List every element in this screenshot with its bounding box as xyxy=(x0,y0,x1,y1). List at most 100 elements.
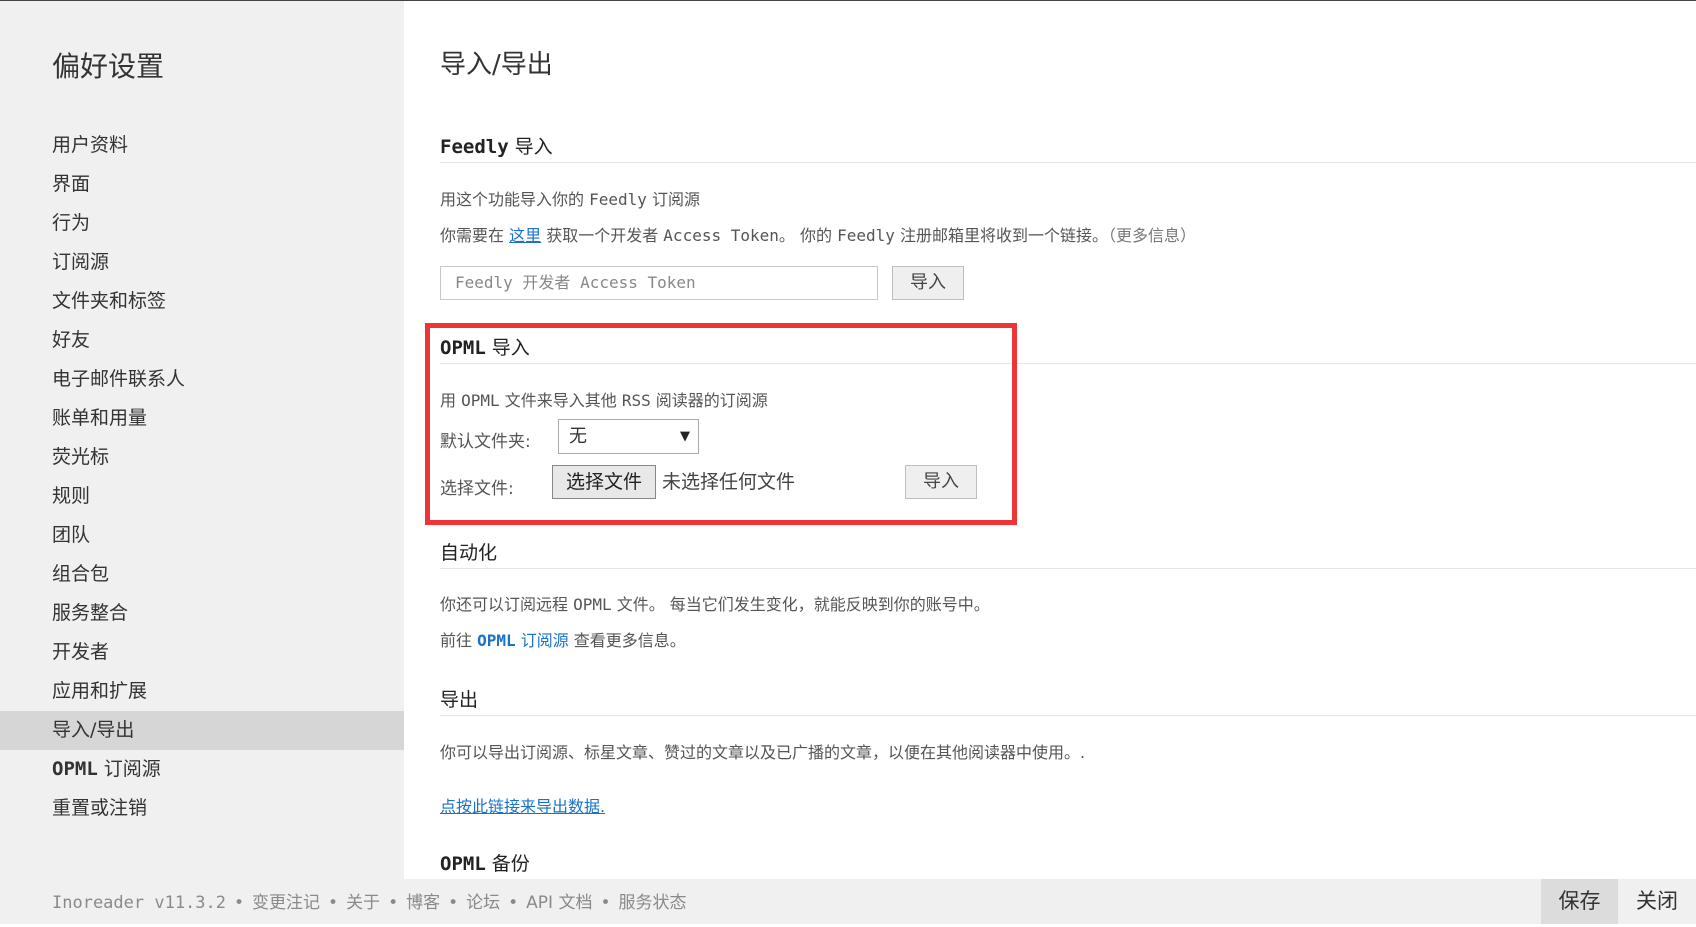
page-title: 导入/导出 xyxy=(440,50,553,80)
automation-heading: 自动化 xyxy=(440,542,498,564)
feedly-here-link[interactable]: 这里 xyxy=(509,226,541,245)
footer-changelog-link[interactable]: 变更注记 xyxy=(252,893,320,913)
text: 阅读器的订阅源 xyxy=(650,391,768,410)
export-link-row: 点按此链接来导出数据. xyxy=(440,793,605,817)
separator: • xyxy=(600,893,611,913)
text-mono: Feedly xyxy=(837,226,895,245)
text: 注册邮箱里将收到一个链接。 xyxy=(894,226,1108,245)
sidebar-item-reset-delete[interactable]: 重置或注销 xyxy=(0,789,404,828)
text-mono: OPML xyxy=(461,391,500,410)
sidebar-item-bundles[interactable]: 组合包 xyxy=(0,555,404,594)
sidebar-item-label: 应用和扩展 xyxy=(52,680,148,702)
opml-import-heading: OPML 导入 xyxy=(440,333,530,360)
sidebar-item-apps-extensions[interactable]: 应用和扩展 xyxy=(0,672,404,711)
footer-forum-link[interactable]: 论坛 xyxy=(466,893,500,913)
sidebar-item-label: 文件夹和标签 xyxy=(52,290,167,312)
choose-file-label: 选择文件: xyxy=(440,479,514,499)
sidebar-item-interface[interactable]: 界面 xyxy=(0,165,404,204)
sidebar-item-feeds[interactable]: 订阅源 xyxy=(0,243,404,282)
text: 文件来导入其他 xyxy=(499,391,622,410)
text: 你还可以订阅远程 xyxy=(440,595,574,614)
sidebar-item-integrations[interactable]: 服务整合 xyxy=(0,594,404,633)
file-status: 未选择任何文件 xyxy=(662,471,796,493)
sidebar-item-label: 导入/导出 xyxy=(52,719,135,741)
text-mono: Feedly xyxy=(589,190,647,209)
sidebar-item-rules[interactable]: 规则 xyxy=(0,477,404,516)
sidebar-item-label: 开发者 xyxy=(52,641,110,663)
sidebar-item-billing[interactable]: 账单和用量 xyxy=(0,399,404,438)
divider xyxy=(440,715,1696,716)
footer-about-link[interactable]: 关于 xyxy=(346,893,380,913)
separator: • xyxy=(328,893,339,913)
text-mono: Access Token xyxy=(663,226,779,245)
heading-rest: 导入 xyxy=(508,136,553,158)
sidebar-item-label: 服务整合 xyxy=(52,602,129,624)
sidebar-item-label: 行为 xyxy=(52,212,91,234)
footer-links: Inoreader v11.3.2 • 变更注记 • 关于 • 博客 • 论坛 • API 文档 • 服… xyxy=(52,879,687,924)
default-folder-label: 默认文件夹: xyxy=(440,432,531,452)
sidebar-item-folders-tags[interactable]: 文件夹和标签 xyxy=(0,282,404,321)
automation-desc-1: 你还可以订阅远程 OPML 文件。 每当它们发生变化，就能反映到你的账号中。 xyxy=(440,591,990,615)
text: 文件。 每当它们发生变化，就能反映到你的账号中。 xyxy=(611,595,990,614)
sidebar-item-developers[interactable]: 开发者 xyxy=(0,633,404,672)
sidebar-item-friends[interactable]: 好友 xyxy=(0,321,404,360)
sidebar-item-behavior[interactable]: 行为 xyxy=(0,204,404,243)
heading-rest: 导入 xyxy=(485,337,530,359)
opml-import-button[interactable]: 导入 xyxy=(905,465,977,499)
sidebar-item-import-export[interactable]: 导入/导出 xyxy=(0,711,404,750)
feedly-desc-1: 用这个功能导入你的 Feedly 订阅源 xyxy=(440,186,700,210)
divider xyxy=(440,363,1696,364)
sidebar-item-label: 规则 xyxy=(52,485,91,507)
save-button[interactable]: 保存 xyxy=(1541,879,1618,924)
sidebar-item-label: 电子邮件联系人 xyxy=(52,368,186,390)
opml-feeds-link[interactable]: OPML 订阅源 xyxy=(477,631,569,650)
text-mono: RSS xyxy=(621,391,651,410)
sidebar-item-label: 账单和用量 xyxy=(52,407,148,429)
more-info-link[interactable]: （更多信息） xyxy=(1108,226,1196,245)
sidebar-title: 偏好设置 xyxy=(52,50,165,83)
sidebar-item-label-bold: OPML xyxy=(52,758,98,780)
heading-bold: OPML xyxy=(440,853,486,875)
sidebar-item-label: 用户资料 xyxy=(52,134,129,156)
footer-api-docs-link[interactable]: API 文档 xyxy=(526,893,592,913)
opml-import-desc: 用 OPML 文件来导入其他 RSS 阅读器的订阅源 xyxy=(440,387,768,411)
sidebar-item-profile[interactable]: 用户资料 xyxy=(0,126,404,165)
text: 前往 xyxy=(440,631,478,650)
export-data-link[interactable]: 点按此链接来导出数据. xyxy=(440,797,605,816)
sidebar-item-label: 界面 xyxy=(52,173,91,195)
sidebar-item-team[interactable]: 团队 xyxy=(0,516,404,555)
close-button[interactable]: 关闭 xyxy=(1618,879,1696,924)
automation-desc-2: 前往 OPML 订阅源 查看更多信息。 xyxy=(440,627,686,651)
text: 你需要在 xyxy=(440,226,510,245)
divider xyxy=(440,162,1696,163)
sidebar-item-opml-feeds[interactable]: OPML 订阅源 xyxy=(0,750,404,789)
footer-version[interactable]: Inoreader v11.3.2 xyxy=(52,893,226,913)
sidebar-item-label: 团队 xyxy=(52,524,91,546)
sidebar: 偏好设置 用户资料 界面 行为 订阅源 文件夹和标签 好友 电子邮件联系人 账单… xyxy=(0,1,404,879)
choose-file-button[interactable]: 选择文件 xyxy=(552,465,656,499)
separator: • xyxy=(448,893,459,913)
sidebar-item-label: 订阅源 xyxy=(52,251,110,273)
default-folder-select[interactable]: 无 ▼ xyxy=(558,419,699,454)
main-content: 导入/导出 Feedly 导入 用这个功能导入你的 Feedly 订阅源 你需要… xyxy=(440,0,1696,879)
text: 查看更多信息。 xyxy=(568,631,686,650)
sidebar-item-label: 组合包 xyxy=(52,563,110,585)
link-bold: OPML xyxy=(477,631,516,650)
sidebar-item-email-contacts[interactable]: 电子邮件联系人 xyxy=(0,360,404,399)
link-rest: 订阅源 xyxy=(515,631,569,650)
feedly-import-button[interactable]: 导入 xyxy=(892,266,964,300)
heading-rest: 备份 xyxy=(485,853,530,875)
footer-blog-link[interactable]: 博客 xyxy=(406,893,440,913)
footer-status-link[interactable]: 服务状态 xyxy=(619,893,687,913)
feedly-import-heading: Feedly 导入 xyxy=(440,132,553,159)
export-heading: 导出 xyxy=(440,689,479,711)
text-mono: OPML xyxy=(573,595,612,614)
feedly-token-input[interactable]: Feedly 开发者 Access Token xyxy=(440,266,878,300)
text: 订阅源 xyxy=(646,190,700,209)
sidebar-item-label: 荧光标 xyxy=(52,446,110,468)
sidebar-item-label: 好友 xyxy=(52,329,91,351)
footer-bar: Inoreader v11.3.2 • 变更注记 • 关于 • 博客 • 论坛 • API 文档 • 服… xyxy=(0,879,1696,924)
dropdown-arrow-icon: ▼ xyxy=(680,429,690,444)
sidebar-item-highlighters[interactable]: 荧光标 xyxy=(0,438,404,477)
separator: • xyxy=(234,893,245,913)
